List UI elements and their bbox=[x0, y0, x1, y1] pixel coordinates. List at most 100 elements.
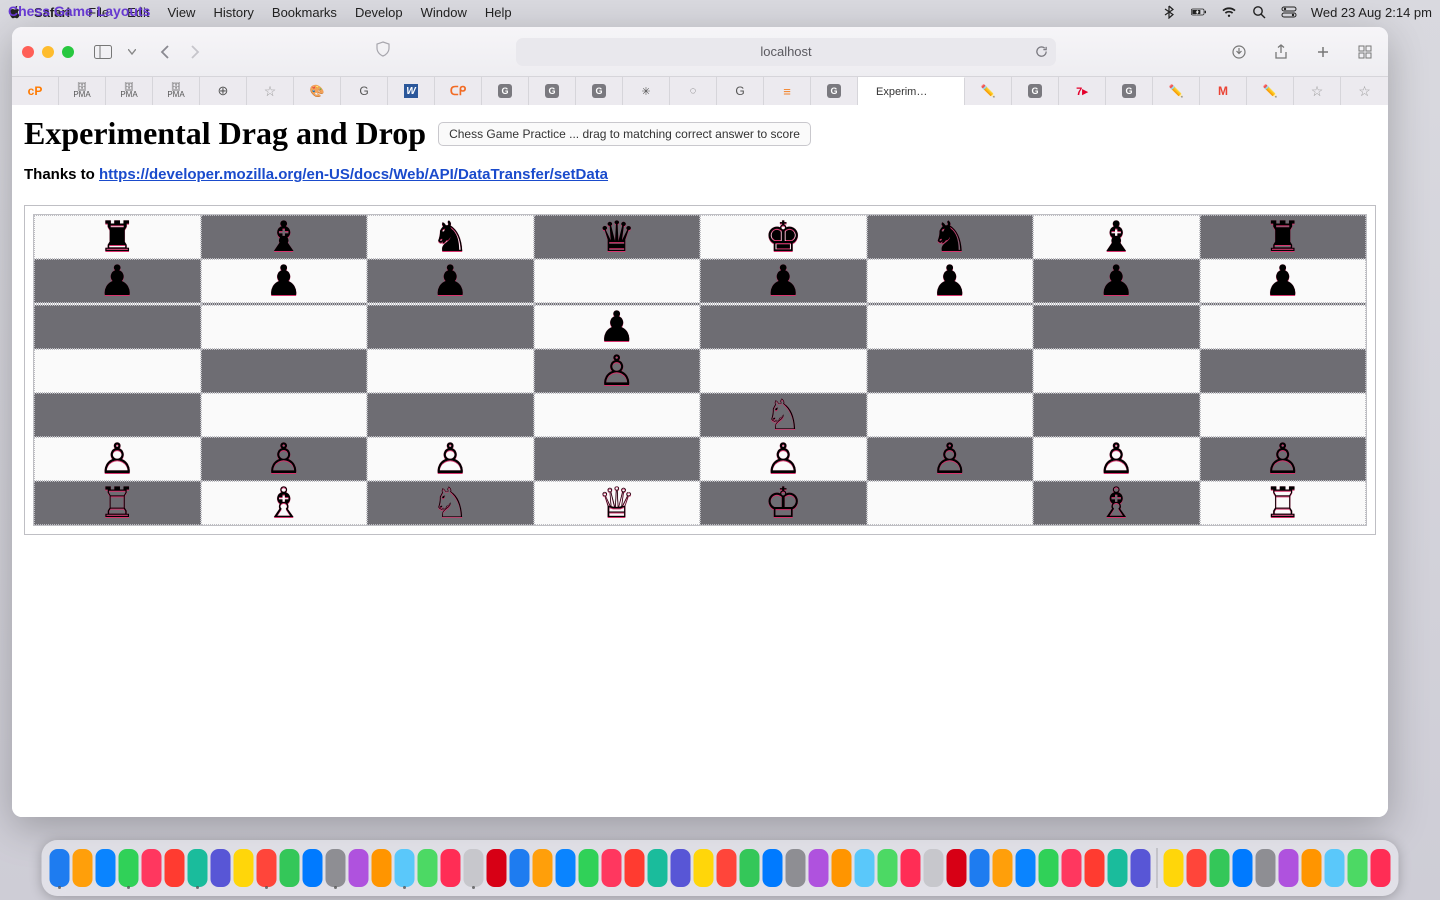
dock-app[interactable] bbox=[579, 849, 599, 887]
tab-g-3[interactable]: G bbox=[529, 77, 576, 105]
board-square[interactable]: ♟ bbox=[534, 305, 701, 349]
board-square[interactable]: ♙ bbox=[201, 437, 368, 481]
dock-app[interactable] bbox=[740, 849, 760, 887]
board-square[interactable]: ♜ bbox=[34, 215, 201, 259]
dock-app[interactable] bbox=[947, 849, 967, 887]
board-square[interactable]: ♟ bbox=[367, 259, 534, 303]
dock-app[interactable] bbox=[1371, 849, 1391, 887]
board-square[interactable]: ♛ bbox=[534, 215, 701, 259]
menubar-item[interactable]: View bbox=[168, 5, 196, 20]
tab-word[interactable]: W bbox=[388, 77, 435, 105]
dock-app[interactable] bbox=[257, 849, 277, 887]
address-bar[interactable]: localhost bbox=[516, 38, 1056, 66]
board-square[interactable] bbox=[1200, 305, 1367, 349]
dock-app[interactable] bbox=[211, 849, 231, 887]
tab-pma-1[interactable]: 🗄PMA bbox=[59, 77, 106, 105]
tab-pma-2[interactable]: 🗄PMA bbox=[106, 77, 153, 105]
instructions-pill[interactable]: Chess Game Practice ... drag to matching… bbox=[438, 122, 811, 146]
board-square[interactable] bbox=[201, 305, 368, 349]
tab-slack[interactable]: 🎨 bbox=[294, 77, 341, 105]
sidebar-dropdown-button[interactable] bbox=[126, 41, 138, 63]
spotlight-icon[interactable] bbox=[1251, 4, 1267, 20]
dock-app[interactable] bbox=[1348, 849, 1368, 887]
board-square[interactable]: ♘ bbox=[367, 481, 534, 525]
board-square[interactable] bbox=[367, 393, 534, 437]
privacy-shield-icon[interactable] bbox=[370, 38, 396, 60]
tab-pencil-1[interactable]: ✏️ bbox=[965, 77, 1012, 105]
dock-app[interactable] bbox=[188, 849, 208, 887]
dock-app[interactable] bbox=[73, 849, 93, 887]
tab-g-6[interactable]: G bbox=[1012, 77, 1059, 105]
board-square[interactable]: ♙ bbox=[1033, 437, 1200, 481]
tab-php[interactable]: ᑕᑭ bbox=[435, 77, 482, 105]
tab-g-5[interactable]: G bbox=[811, 77, 858, 105]
dock-app[interactable] bbox=[1164, 849, 1184, 887]
board-square[interactable]: ♕ bbox=[534, 481, 701, 525]
board-square[interactable]: ♝ bbox=[1033, 215, 1200, 259]
minimize-window-button[interactable] bbox=[42, 46, 54, 58]
dock-app[interactable] bbox=[1210, 849, 1230, 887]
board-square[interactable]: ♞ bbox=[367, 215, 534, 259]
tab-g-7[interactable]: G bbox=[1106, 77, 1153, 105]
dock-app[interactable] bbox=[1279, 849, 1299, 887]
control-center-icon[interactable] bbox=[1281, 4, 1297, 20]
tab-overview-button[interactable] bbox=[1352, 41, 1378, 63]
menubar-item[interactable]: Window bbox=[421, 5, 467, 20]
share-button[interactable] bbox=[1268, 41, 1294, 63]
reload-button[interactable] bbox=[1035, 45, 1048, 58]
dock-app[interactable] bbox=[96, 849, 116, 887]
board-square[interactable]: ♗ bbox=[201, 481, 368, 525]
dock-app[interactable] bbox=[326, 849, 346, 887]
new-tab-button[interactable] bbox=[1310, 41, 1336, 63]
forward-button[interactable] bbox=[182, 41, 208, 63]
board-square[interactable]: ♟ bbox=[201, 259, 368, 303]
tab-gmail[interactable]: M bbox=[1200, 77, 1247, 105]
board-square[interactable]: ♖ bbox=[34, 481, 201, 525]
board-square[interactable]: ♟ bbox=[34, 259, 201, 303]
dock-app[interactable] bbox=[924, 849, 944, 887]
board-square[interactable]: ♝ bbox=[201, 215, 368, 259]
board-square[interactable] bbox=[534, 437, 701, 481]
tab-7plus[interactable]: 7▸ bbox=[1059, 77, 1106, 105]
dock-app[interactable] bbox=[372, 849, 392, 887]
board-square[interactable] bbox=[201, 349, 368, 393]
tab-g-2[interactable]: G bbox=[482, 77, 529, 105]
dock-app[interactable] bbox=[234, 849, 254, 887]
dock-app[interactable] bbox=[1131, 849, 1151, 887]
menubar-item[interactable]: Develop bbox=[355, 5, 403, 20]
dock-app[interactable] bbox=[418, 849, 438, 887]
board-square[interactable] bbox=[1200, 349, 1367, 393]
menubar-clock[interactable]: Wed 23 Aug 2:14 pm bbox=[1311, 5, 1432, 20]
dock-app[interactable] bbox=[1062, 849, 1082, 887]
tab-stackoverflow[interactable]: ≡ bbox=[764, 77, 811, 105]
tab-google-2[interactable]: G bbox=[717, 77, 764, 105]
board-square[interactable] bbox=[1033, 305, 1200, 349]
dock-app[interactable] bbox=[165, 849, 185, 887]
dock-app[interactable] bbox=[1016, 849, 1036, 887]
menubar-item[interactable]: Help bbox=[485, 5, 512, 20]
tab-starred[interactable]: ☆ bbox=[247, 77, 294, 105]
zoom-window-button[interactable] bbox=[62, 46, 74, 58]
dock-app[interactable] bbox=[763, 849, 783, 887]
board-square[interactable]: ♙ bbox=[1200, 437, 1367, 481]
board-square[interactable]: ♘ bbox=[700, 393, 867, 437]
board-square[interactable]: ♞ bbox=[867, 215, 1034, 259]
tab-star-3[interactable]: ☆ bbox=[1341, 77, 1388, 105]
battery-icon[interactable] bbox=[1191, 4, 1207, 20]
dock-app[interactable] bbox=[349, 849, 369, 887]
tab-google-1[interactable]: G bbox=[341, 77, 388, 105]
wifi-icon[interactable] bbox=[1221, 4, 1237, 20]
tab-active[interactable]: Experim… bbox=[858, 77, 965, 105]
dock-app[interactable] bbox=[1108, 849, 1128, 887]
dock-app[interactable] bbox=[280, 849, 300, 887]
dock-app[interactable] bbox=[648, 849, 668, 887]
board-square[interactable] bbox=[1033, 349, 1200, 393]
board-square[interactable]: ♙ bbox=[700, 437, 867, 481]
board-square[interactable] bbox=[1033, 393, 1200, 437]
menubar-item[interactable]: Bookmarks bbox=[272, 5, 337, 20]
board-square[interactable] bbox=[201, 393, 368, 437]
board-square[interactable] bbox=[700, 305, 867, 349]
dock-app[interactable] bbox=[395, 849, 415, 887]
board-square[interactable] bbox=[34, 393, 201, 437]
dock-app[interactable] bbox=[464, 849, 484, 887]
